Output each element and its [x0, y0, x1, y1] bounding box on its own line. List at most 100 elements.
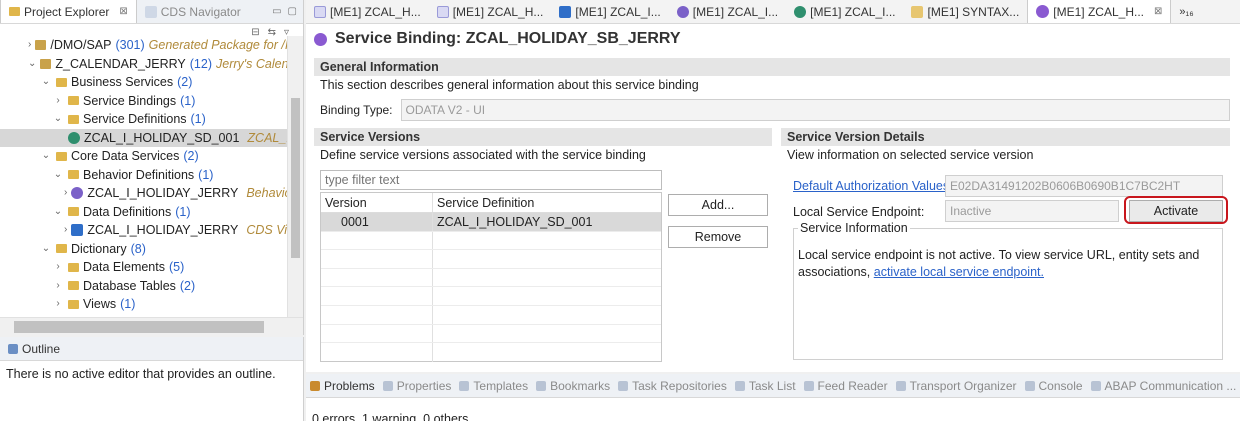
folder-icon — [68, 262, 79, 272]
tree-item[interactable]: › Data Elements (5) — [0, 258, 287, 277]
tree-item-label: Behavior Definitions — [83, 167, 195, 182]
ddef-icon — [559, 5, 572, 18]
tree-item-label: Views — [83, 297, 117, 311]
editor-tab[interactable]: [ME1] ZCAL_H... — [429, 0, 552, 23]
tree-item[interactable]: ⌄ Z_CALENDAR_JERRY(12) Jerry's Calendar — [0, 55, 287, 74]
minimize-icon[interactable]: ▭ — [272, 6, 281, 17]
editor-tab[interactable]: [ME1] ZCAL_I... — [551, 0, 668, 23]
bottom-tab[interactable]: Bookmarks — [532, 374, 614, 397]
pkg-icon — [35, 40, 47, 51]
tree-item[interactable]: ⌄ Business Services (2) — [0, 73, 287, 92]
remove-version-button[interactable]: Remove — [668, 226, 768, 248]
tree-item[interactable]: › ZCAL_I_HOLIDAY_JERRY CDS View — [0, 221, 287, 240]
tab-project-explorer[interactable]: Project Explorer ⊠ — [0, 0, 137, 23]
tree-item[interactable]: › /DMO/SAP (301) Generated Package for /I — [0, 36, 287, 55]
tab-cds-navigator[interactable]: CDS Navigator — [137, 0, 249, 23]
vertical-scrollbar[interactable] — [287, 36, 303, 317]
service-versions-table[interactable]: Version Service Definition 0001 ZCAL_I_H… — [320, 192, 662, 362]
cds-icon — [794, 5, 807, 18]
editor-tab[interactable]: [ME1] SYNTAX... — [903, 0, 1027, 23]
bottom-tab[interactable]: Transport Organizer — [892, 374, 1021, 397]
maximize-icon[interactable]: ▢ — [288, 6, 297, 17]
editor-tab[interactable]: [ME1] ZCAL_I... — [786, 0, 903, 23]
editor-tab-label: [ME1] ZCAL_H... — [1053, 4, 1144, 19]
expand-arrow-icon[interactable]: › — [28, 36, 31, 55]
editor-tab[interactable]: [ME1] ZCAL_I... — [669, 0, 786, 23]
project-explorer-icon — [9, 7, 20, 16]
column-version[interactable]: Version — [321, 193, 433, 212]
explorer-tabbar: Project Explorer ⊠ CDS Navigator ▭ ▢ — [0, 0, 303, 24]
bottom-tab-label: ABAP Communication ... — [1104, 378, 1237, 393]
tree-item[interactable]: ⌄ Data Definitions (1) — [0, 203, 287, 222]
view-icon — [1024, 380, 1035, 391]
column-service-definition[interactable]: Service Definition — [433, 193, 661, 212]
tree-item[interactable]: ⌄ Core Data Services (2) — [0, 147, 287, 166]
bottom-tab-label: Templates — [473, 378, 529, 393]
folder-icon — [56, 151, 67, 161]
table-row[interactable]: 0001 ZCAL_I_HOLIDAY_SD_001 — [321, 213, 661, 232]
problems-view: Problems Properties Templates Bookmarks Task… — [306, 374, 1240, 421]
bottom-tab[interactable]: Problems — [306, 374, 379, 397]
close-icon[interactable]: ⊠ — [119, 6, 127, 17]
activate-button[interactable]: Activate — [1129, 200, 1223, 222]
editor-icon — [314, 5, 326, 18]
bottom-tab[interactable]: Task List — [731, 374, 800, 397]
expand-arrow-icon[interactable]: ⌄ — [52, 166, 64, 185]
folder-icon — [68, 170, 79, 180]
expand-arrow-icon[interactable]: › — [52, 92, 64, 111]
tree-item[interactable]: ⌄ Service Definitions (1) — [0, 110, 287, 129]
binding-type-label: Binding Type: — [320, 103, 393, 117]
tree-item[interactable]: ZCAL_I_HOLIDAY_SD_001 ZCAL_I — [0, 128, 287, 147]
tab-outline[interactable]: Outline — [0, 337, 68, 360]
bottom-tab[interactable]: Console — [1021, 374, 1087, 397]
close-icon[interactable]: ⊠ — [1154, 6, 1162, 17]
tree-item-label: Business Services — [71, 75, 174, 89]
version-cell: 0001 — [321, 213, 433, 231]
expand-arrow-icon[interactable]: › — [64, 184, 67, 203]
expand-arrow-icon[interactable]: ⌄ — [40, 73, 52, 92]
horizontal-scrollbar[interactable] — [0, 317, 303, 335]
cds-icon — [68, 131, 80, 144]
expand-arrow-icon[interactable]: › — [52, 258, 64, 277]
expand-arrow-icon[interactable]: ⌄ — [28, 55, 36, 74]
tree-item[interactable]: ⌄ Dictionary (8) — [0, 240, 287, 259]
activate-endpoint-link[interactable]: activate local service endpoint. — [874, 265, 1044, 279]
expand-arrow-icon[interactable]: › — [64, 221, 67, 240]
bottom-tab[interactable]: Task Repositories — [614, 374, 731, 397]
tree-item-label: Z_CALENDAR_JERRY — [55, 56, 186, 71]
editor-tab[interactable]: [ME1] ZCAL_H... — [306, 0, 429, 23]
expand-arrow-icon[interactable]: ⌄ — [52, 203, 64, 222]
bottom-tab[interactable]: ABAP Communication ... — [1087, 374, 1240, 397]
problems-summary: 0 errors, 1 warning, 0 others — [312, 412, 469, 421]
tree-item-description: Jerry's Calendar — [216, 56, 287, 71]
tree-item[interactable]: › ZCAL_I_HOLIDAY_JERRY Behavior — [0, 184, 287, 203]
editor-tab-label: [ME1] SYNTAX... — [927, 4, 1020, 19]
expand-arrow-icon[interactable]: ⌄ — [40, 240, 52, 259]
tree-item-label: Dictionary — [71, 241, 127, 256]
bottom-tab[interactable]: Properties — [379, 374, 456, 397]
project-explorer-view: Project Explorer ⊠ CDS Navigator ▭ ▢ ⊟ ⇆… — [0, 0, 304, 335]
tree-item[interactable]: › Views (1) — [0, 295, 287, 314]
expand-arrow-icon[interactable]: › — [52, 295, 64, 314]
editor-tab[interactable]: [ME1] ZCAL_H... ⊠ — [1027, 0, 1172, 23]
view-icon — [310, 380, 320, 391]
expand-arrow-icon[interactable]: ⌄ — [52, 110, 64, 129]
folder-icon — [68, 114, 79, 124]
tree-item[interactable]: ⌄ Behavior Definitions (1) — [0, 166, 287, 185]
tree-item-label: /DMO/SAP — [50, 38, 112, 52]
expand-arrow-icon[interactable]: › — [52, 277, 64, 296]
bottom-tab[interactable]: Templates — [455, 374, 532, 397]
tab-overflow-button[interactable]: »₁₆ — [1171, 0, 1201, 23]
bottom-tab[interactable]: Feed Reader — [800, 374, 892, 397]
tree-item[interactable]: › Database Tables (2) — [0, 277, 287, 296]
version-filter-input[interactable] — [320, 170, 662, 190]
editor-tabbar: [ME1] ZCAL_H... [ME1] ZCAL_H... [ME1] ZCAL… — [306, 0, 1240, 24]
tree-item-label: Data Definitions — [83, 204, 172, 219]
tree-item[interactable]: › Service Bindings (1) — [0, 92, 287, 111]
default-authorization-link[interactable]: Default Authorization Values: — [793, 179, 953, 193]
expand-arrow-icon[interactable]: ⌄ — [40, 147, 52, 166]
add-version-button[interactable]: Add... — [668, 194, 768, 216]
ddef-icon — [71, 224, 84, 237]
folder-icon — [68, 299, 79, 309]
view-icon — [382, 380, 393, 391]
